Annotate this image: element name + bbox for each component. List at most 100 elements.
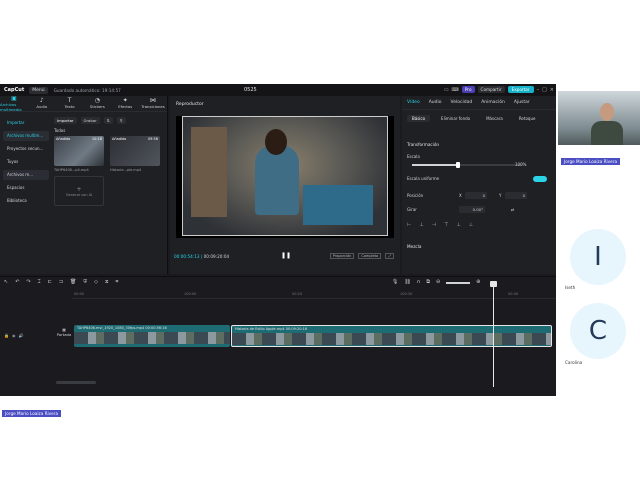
fullscreen-icon[interactable]: ⤢ (385, 253, 394, 259)
participant-avatar[interactable]: C (570, 303, 626, 359)
presenter-name-tag-bottom: Jorge Mario Loaiza Rivera (2, 410, 62, 417)
position-label: Posición (407, 193, 424, 198)
nav-secondary-projects[interactable]: Proyectos secun... (3, 144, 49, 154)
import-chip[interactable]: Importar (54, 117, 77, 124)
rotate-input[interactable]: 0.00° (459, 206, 485, 213)
subtab-basic[interactable]: Básico (407, 115, 431, 122)
generate-ai-button[interactable]: + Generar con IA (54, 176, 104, 206)
media-thumb[interactable]: Añadido 09:56 Historia...ple.mp4 (110, 136, 160, 172)
tab-adjust[interactable]: Ajustar (514, 100, 530, 105)
align-bottom-icon[interactable]: ⊥ (469, 222, 473, 228)
subtab-mask[interactable]: Máscara (481, 115, 508, 122)
position-x-input[interactable]: 0 (465, 192, 487, 199)
align-right-icon[interactable]: ⊣ (432, 222, 436, 228)
inspector-panel: Vídeo Audio Velocidad Animación Ajustar … (402, 96, 556, 274)
delete-icon[interactable]: 🗑 (70, 279, 76, 285)
tab-animation[interactable]: Animación (481, 100, 505, 105)
crop-icon[interactable]: ⌗ (116, 279, 119, 285)
timeline-panel: ↖ ↶ ↷ ⌶ ⊏ ⊐ 🗑 ⛨ ◇ ⧖ ⌗ 🎙 ⛓ ∩ ⧉ ⊖ ⊕ 00:00 … (0, 276, 556, 396)
sort-icon[interactable]: ⇅ (103, 117, 113, 124)
filter-icon[interactable]: ⚲ (116, 117, 126, 124)
autosave-status: Guardado automático: 19:14:57 (53, 87, 121, 93)
playhead[interactable] (493, 285, 494, 387)
tool-stickers[interactable]: ◔ Stickers (83, 96, 111, 111)
subtab-retouch[interactable]: Retoque (514, 115, 541, 122)
scale-slider[interactable] (412, 162, 522, 168)
zoom-out-icon[interactable]: ⊖ (436, 279, 440, 285)
magnet-icon[interactable]: ∩ (417, 279, 421, 285)
link-icon[interactable]: ⛓ (404, 279, 410, 285)
tool-effects[interactable]: ✦ Efectos (111, 96, 139, 111)
maximize-icon[interactable]: □ (542, 87, 547, 93)
menu-button[interactable]: Menú (29, 86, 48, 94)
align-top-icon[interactable]: ⊤ (444, 222, 448, 228)
align-middle-icon[interactable]: ⊥ (456, 222, 460, 228)
participant-name: Carolina (565, 360, 583, 365)
scale-value[interactable]: 100% (515, 162, 526, 167)
video-clip[interactable]: Historia de Estilo Apple.mp4 00:09:20:16 (231, 325, 552, 347)
plus-icon: + (76, 185, 82, 193)
timeline-scrollbar[interactable] (56, 381, 96, 384)
capcut-window: CapCut Menú Guardado automático: 19:14:5… (0, 84, 556, 396)
tab-video[interactable]: Vídeo (407, 100, 420, 105)
media-thumb[interactable]: Añadido 10:18 TAHP6406...p4.mp4 (54, 136, 104, 172)
position-y-input[interactable]: 0 (505, 192, 527, 199)
cover-button[interactable]: ▦ Portada (55, 327, 73, 337)
nav-media-files[interactable]: Archivos multim... (3, 131, 49, 141)
select-icon[interactable]: ↖ (4, 279, 8, 285)
mic-icon[interactable]: 🎙 (392, 279, 398, 285)
participant-avatar[interactable]: I (570, 229, 626, 285)
nav-yours[interactable]: Tuyos (3, 157, 49, 167)
tool-transitions[interactable]: ⋈ Transiciones (139, 96, 167, 111)
split-left-icon[interactable]: ⊏ (48, 279, 52, 285)
tab-speed[interactable]: Velocidad (451, 100, 473, 105)
shield-icon[interactable]: ⛨ (83, 279, 87, 285)
mirror-icon[interactable]: ⧖ (105, 279, 109, 285)
uniform-scale-toggle[interactable] (533, 176, 547, 182)
split-right-icon[interactable]: ⊐ (59, 279, 63, 285)
zoom-slider[interactable] (446, 282, 471, 284)
eye-icon[interactable]: ◉ (12, 333, 16, 338)
align-left-icon[interactable]: ⊢ (407, 222, 411, 228)
title-bar: CapCut Menú Guardado automático: 19:14:5… (0, 84, 556, 96)
tool-audio[interactable]: ♪ Audio (28, 96, 56, 111)
pause-icon[interactable]: ❚❚ (281, 252, 291, 259)
split-icon[interactable]: ⌶ (38, 279, 41, 285)
export-button[interactable]: Exportar (507, 86, 534, 93)
uniform-scale-label: Escala uniforme (407, 176, 440, 181)
freeze-icon[interactable]: ◇ (94, 279, 98, 285)
tool-media[interactable]: ▣ Archivos multimedia (0, 95, 28, 112)
pro-button[interactable]: Pro (461, 86, 475, 93)
nav-spaces[interactable]: Espacios (3, 183, 49, 193)
record-chip[interactable]: Grabar (80, 117, 100, 124)
video-preview[interactable] (176, 116, 394, 238)
transform-section[interactable]: Transformación (407, 142, 439, 147)
tool-text[interactable]: T Texto (56, 96, 84, 111)
lock-icon[interactable]: 🔒 (4, 333, 9, 338)
blend-section[interactable]: Mezcla (407, 244, 421, 249)
nav-import[interactable]: Importar (3, 118, 49, 128)
redo-icon[interactable]: ↷ (26, 279, 30, 285)
nav-media-archive[interactable]: Archivos m... (3, 170, 49, 180)
undo-icon[interactable]: ↶ (15, 279, 19, 285)
keyboard-icon[interactable]: ⌨ (452, 87, 459, 93)
video-clip[interactable]: TAHP6406.mvi_1920_1080_30fps.mp4 00:00:5… (74, 325, 230, 347)
tab-audio[interactable]: Audio (429, 100, 442, 105)
minimize-icon[interactable]: – (537, 87, 540, 93)
share-button[interactable]: Compartir (477, 86, 505, 93)
close-icon[interactable]: × (550, 87, 554, 93)
flip-icon[interactable]: ⇄ (511, 207, 514, 212)
preview-axis-icon[interactable]: ⧉ (426, 279, 430, 285)
subtab-remove-bg[interactable]: Eliminar fondo (436, 115, 475, 122)
time-ruler[interactable]: 00:00 100:00 00:20 100:30 00:40 (72, 291, 556, 299)
zoom-in-icon[interactable]: ⊕ (476, 279, 480, 285)
presenter-camera (558, 91, 640, 145)
nav-library[interactable]: Biblioteca (3, 196, 49, 206)
track-header: 🔒 ◉ 🔊 (4, 333, 23, 338)
ratio-button[interactable]: Proporción (329, 253, 355, 259)
quality-button[interactable]: Completa (358, 253, 382, 259)
project-title: 0525 (244, 87, 257, 93)
layout-icon[interactable]: ▭ (444, 87, 449, 93)
align-center-icon[interactable]: ⊥ (419, 222, 423, 228)
speaker-icon[interactable]: 🔊 (18, 333, 23, 338)
